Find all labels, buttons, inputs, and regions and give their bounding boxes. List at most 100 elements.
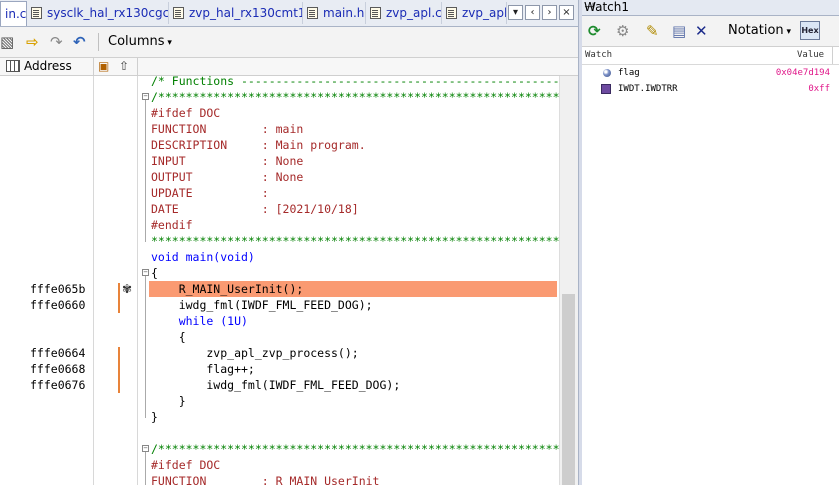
watch-value-header[interactable]: Value (797, 50, 824, 60)
tab-main-h[interactable]: main.h (303, 2, 366, 24)
file-icon (307, 7, 318, 19)
watch-options-icon[interactable]: ▤ (672, 23, 686, 39)
watch-name: IWDT.IWDTRR (618, 84, 678, 94)
code-line[interactable]: DESCRIPTION : Main program. (151, 137, 366, 153)
watch-pane: Watch1 ⊣ ⟳ ⚙ ✎ ▤ ✕ Notation ▾ Hex Watch … (582, 0, 839, 485)
notation-label: Notation (728, 23, 784, 38)
grid-icon[interactable] (6, 60, 20, 72)
coverage-marker (118, 283, 120, 313)
pin-icon[interactable]: ⊣ (584, 0, 839, 14)
tab-next-button[interactable]: › (542, 5, 557, 20)
tab-zvp-apl-h[interactable]: zvp_apl.h (442, 2, 507, 24)
back-icon[interactable]: ↶ (73, 34, 86, 50)
tab-label: zvp_apl.c (386, 6, 442, 20)
tab-zvp-apl-c[interactable]: zvp_apl.c (366, 2, 442, 24)
code-line[interactable]: { (151, 329, 186, 345)
code-line[interactable]: /* Functions ---------------------------… (151, 73, 578, 89)
notation-dropdown-button[interactable]: Notation ▾ (728, 23, 791, 38)
watch-value[interactable]: 0xff (808, 84, 830, 94)
add-watch-icon[interactable]: ✎ (646, 23, 659, 39)
scrollbar-thumb[interactable] (562, 294, 575, 485)
fold-guide (145, 100, 146, 242)
go-to-cursor-arrow-icon[interactable]: ⇨ (26, 34, 39, 50)
fold-toggle-icon[interactable]: − (142, 93, 149, 100)
chevron-down-icon: ▾ (164, 38, 172, 48)
tab-list-dropdown-button[interactable]: ▾ (508, 5, 523, 20)
code-line[interactable]: /***************************************… (151, 441, 578, 457)
column-divider (137, 76, 138, 485)
tab-label: zvp_apl.h (462, 6, 507, 20)
code-line[interactable]: #ifdef DOC (151, 105, 220, 121)
watch-value[interactable]: 0x04e7d194 (776, 68, 830, 78)
code-line[interactable]: zvp_apl_zvp_process(); (151, 345, 358, 361)
watch-row[interactable]: flag 0x04e7d194 (582, 66, 839, 82)
breakpoint-column-icon[interactable]: ▣ (98, 59, 109, 73)
address-column-header[interactable]: Address (24, 59, 72, 73)
code-line[interactable]: UPDATE : (151, 185, 269, 201)
address-cell: fffe0676 (30, 378, 86, 392)
code-line[interactable]: { (151, 265, 158, 281)
column-divider (93, 76, 94, 485)
tab-label: in.c (5, 7, 27, 21)
fold-guide (145, 276, 146, 418)
tab-label: main.h (323, 6, 365, 20)
editor-toolbar: ▧ ⇨ ↷ ↶ Columns ▾ (0, 27, 578, 58)
watch-name-header[interactable]: Watch (585, 50, 612, 60)
redo-icon[interactable]: ↷ (50, 34, 63, 50)
file-icon (31, 7, 42, 19)
watch-row[interactable]: IWDT.IWDTRR 0xff (582, 82, 839, 98)
file-icon (446, 7, 457, 19)
fold-toggle-icon[interactable]: − (142, 269, 149, 276)
file-icon (370, 7, 381, 19)
memory-icon[interactable]: ⚙ (616, 23, 629, 39)
tab-close-button[interactable]: × (559, 5, 574, 20)
fold-guide (145, 452, 146, 485)
code-line[interactable]: flag++; (151, 361, 254, 377)
code-line[interactable]: /***************************************… (151, 89, 578, 105)
watch-toolbar: ⟳ ⚙ ✎ ▤ ✕ Notation ▾ Hex (582, 16, 839, 47)
watch-title-bar: Watch1 ⊣ (582, 0, 839, 16)
tab-prev-button[interactable]: ‹ (525, 5, 540, 20)
refresh-icon[interactable]: ⟳ (588, 23, 601, 39)
event-column-icon[interactable]: ⇧ (119, 59, 129, 73)
code-line[interactable]: ****************************************… (151, 233, 578, 249)
code-line[interactable]: #endif (151, 217, 193, 233)
tab-label: zvp_hal_rx130cmt1.c (189, 6, 302, 20)
columns-dropdown-button[interactable]: Columns ▾ (108, 34, 172, 49)
code-line[interactable]: INPUT : None (151, 153, 303, 169)
address-cell: fffe0668 (30, 362, 86, 376)
code-line[interactable]: #ifdef DOC (151, 457, 220, 473)
editor-vertical-scrollbar[interactable] (559, 76, 578, 485)
register-icon (601, 84, 611, 94)
address-cell: fffe065b (30, 282, 86, 296)
column-divider (832, 47, 833, 64)
code-line[interactable]: iwdg_fml(IWDF_FML_FEED_DOG); (151, 377, 400, 393)
code-line[interactable]: FUNCTION : R_MAIN_UserInit (151, 473, 379, 485)
code-line[interactable]: } (151, 409, 158, 425)
code-line[interactable]: DATE : [2021/10/18] (151, 201, 359, 217)
address-cell: fffe0660 (30, 298, 86, 312)
coverage-marker (118, 347, 120, 393)
code-line[interactable]: FUNCTION : main (151, 121, 303, 137)
address-cell: fffe0664 (30, 346, 86, 360)
file-icon (173, 7, 184, 19)
columns-label: Columns (108, 34, 165, 49)
code-line[interactable]: while (1U) (151, 313, 248, 329)
code-line[interactable]: iwdg_fml(IWDF_FML_FEED_DOG); (151, 297, 373, 313)
hex-toggle-button[interactable]: Hex (800, 21, 820, 40)
code-line-current[interactable]: R_MAIN_UserInit(); (151, 281, 304, 297)
tab-zvp-hal-cmt1[interactable]: zvp_hal_rx130cmt1.c (169, 2, 303, 24)
code-line[interactable]: void main(void) (151, 249, 255, 265)
code-line[interactable]: } (151, 393, 186, 409)
column-divider (137, 58, 138, 75)
toolbar-icon-partial[interactable]: ▧ (0, 34, 14, 50)
fold-toggle-icon[interactable]: − (142, 445, 149, 452)
editor-tab-bar: in.c sysclk_hal_rx130cgc.c zvp_hal_rx130… (0, 0, 578, 27)
editor-pane: in.c sysclk_hal_rx130cgc.c zvp_hal_rx130… (0, 0, 578, 485)
tab-sysclk-hal[interactable]: sysclk_hal_rx130cgc.c (27, 2, 169, 24)
tab-main-c[interactable]: in.c (0, 1, 27, 26)
code-line[interactable]: OUTPUT : None (151, 169, 303, 185)
chevron-down-icon: ▾ (783, 27, 792, 37)
delete-icon[interactable]: ✕ (695, 23, 708, 39)
program-counter-icon[interactable]: ✾ (122, 282, 132, 296)
